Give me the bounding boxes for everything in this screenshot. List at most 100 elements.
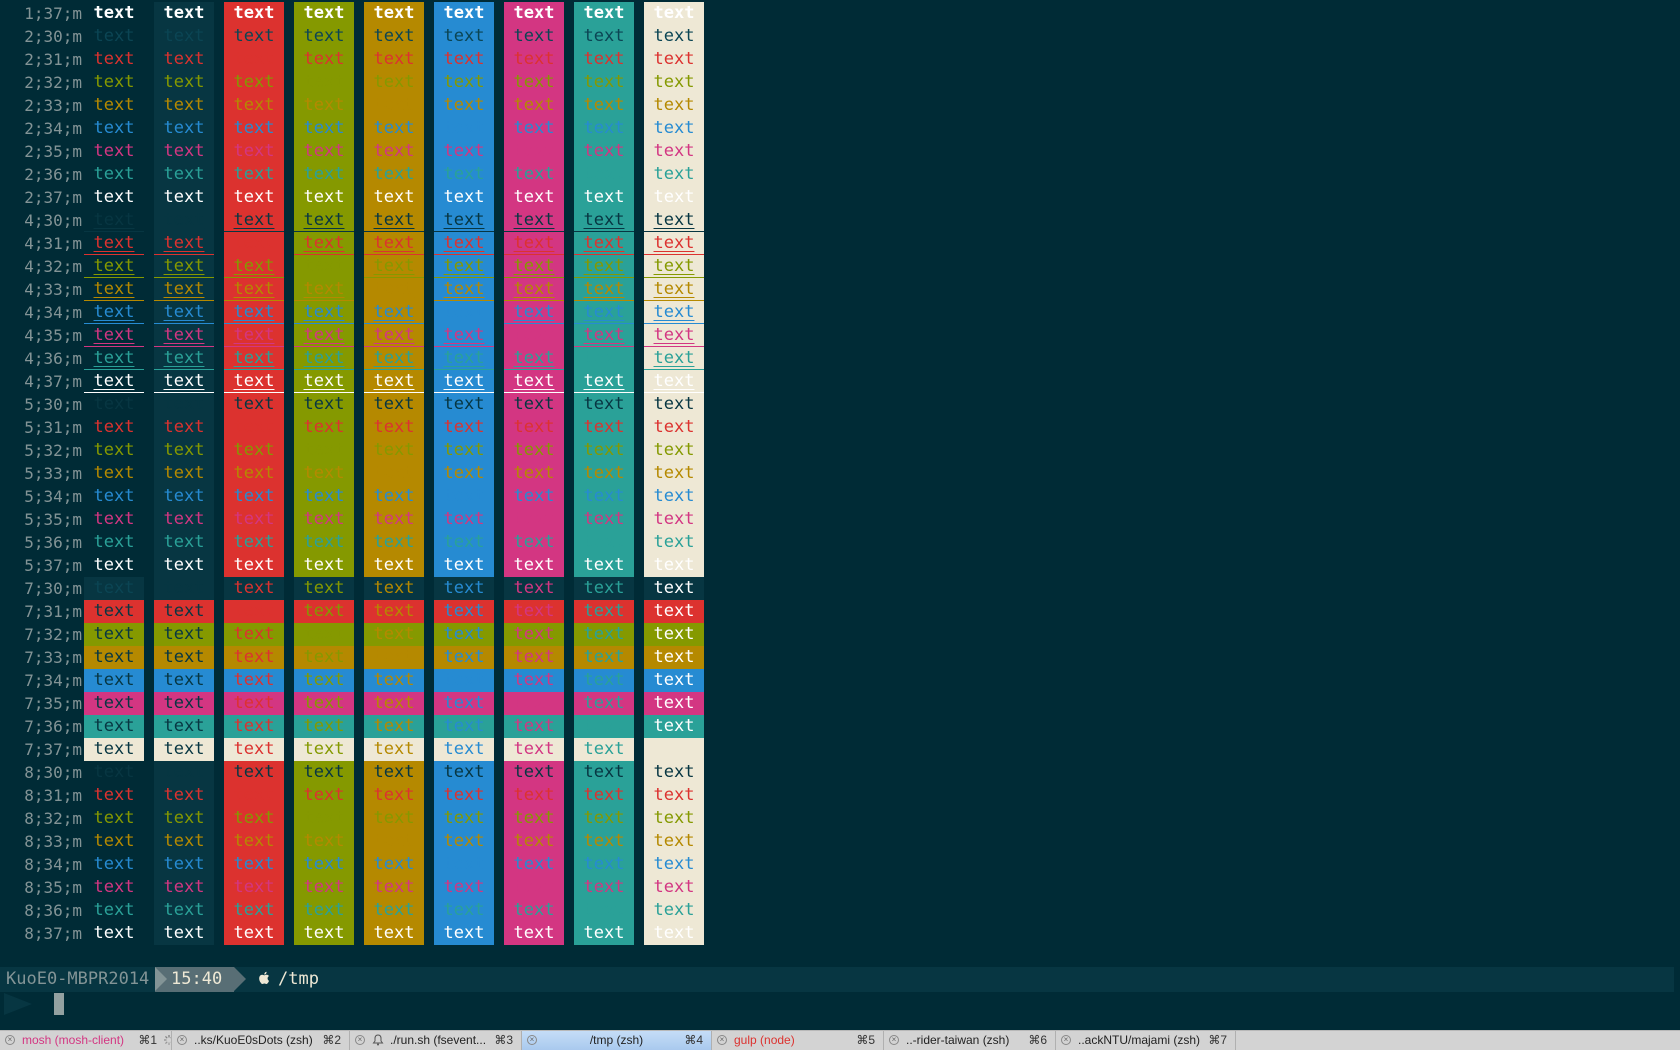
color-sample-cell: text bbox=[364, 646, 424, 669]
cell-text: text bbox=[513, 808, 555, 828]
grid-row: 8;34;m text text text text text text text text te… bbox=[0, 853, 720, 876]
cell-text: text bbox=[583, 394, 625, 414]
color-sample-cell: text bbox=[224, 462, 284, 485]
color-sample-cell: text bbox=[574, 347, 634, 370]
escape-code-label: 8;35;m bbox=[24, 878, 82, 897]
terminal-tab[interactable]: × ./run.sh (fsevent... ⌘3 bbox=[350, 1031, 522, 1050]
cell-text: text bbox=[233, 900, 275, 920]
cell-text: text bbox=[653, 26, 695, 46]
terminal-window[interactable]: 1;37;m text text text text text text text text te… bbox=[0, 0, 1680, 1030]
color-sample-cell: text bbox=[434, 761, 494, 784]
spinner-icon bbox=[164, 1035, 171, 1045]
color-sample-cell: text bbox=[294, 232, 354, 255]
close-icon[interactable]: × bbox=[717, 1035, 727, 1045]
cell-text: text bbox=[373, 26, 415, 46]
grid-row: 1;37;m text text text text text text text text te… bbox=[0, 2, 720, 25]
cell-text: text bbox=[233, 555, 275, 575]
color-sample-cell: text bbox=[574, 485, 634, 508]
escape-code-label: 8;34;m bbox=[24, 855, 82, 874]
color-sample-cell: text bbox=[364, 209, 424, 232]
terminal-tab[interactable]: × ..ks/KuoE0sDots (zsh) ⌘2 bbox=[172, 1031, 350, 1050]
cell-text: text bbox=[583, 831, 625, 851]
cell-text: text bbox=[443, 210, 485, 230]
color-sample-cell: text bbox=[154, 531, 214, 554]
color-sample-cell: text bbox=[154, 508, 214, 531]
color-sample-cell: text bbox=[574, 876, 634, 899]
close-icon[interactable]: × bbox=[355, 1035, 365, 1045]
color-sample-cell: text bbox=[154, 899, 214, 922]
terminal-tab[interactable]: × mosh (mosh-client) ⌘1 bbox=[0, 1031, 172, 1050]
color-sample-cell: text bbox=[294, 485, 354, 508]
color-sample-cell: text bbox=[434, 807, 494, 830]
cell-text: text bbox=[93, 601, 135, 621]
color-sample-cell: text bbox=[154, 209, 214, 232]
color-sample-cell: text bbox=[644, 324, 704, 347]
color-sample-cell: text bbox=[574, 94, 634, 117]
color-sample-cell: text bbox=[224, 232, 284, 255]
color-sample-cell: text bbox=[364, 324, 424, 347]
cell-text: text bbox=[303, 877, 345, 897]
cell-text: text bbox=[583, 670, 625, 690]
cell-text: text bbox=[163, 118, 205, 138]
color-sample-cell: text bbox=[574, 301, 634, 324]
cell-text: text bbox=[513, 141, 555, 161]
cell-text: text bbox=[443, 256, 485, 276]
cell-text: text bbox=[303, 233, 345, 253]
cell-text: text bbox=[513, 647, 555, 667]
color-sample-cell: text bbox=[504, 784, 564, 807]
color-sample-cell: text bbox=[154, 439, 214, 462]
color-sample-cell: text bbox=[224, 738, 284, 761]
cell-text: text bbox=[653, 440, 695, 460]
cell-text: text bbox=[93, 647, 135, 667]
color-sample-cell: text bbox=[434, 232, 494, 255]
cell-text: text bbox=[373, 417, 415, 437]
color-sample-cell: text bbox=[574, 2, 634, 25]
cell-text: text bbox=[303, 440, 345, 460]
cell-text: text bbox=[93, 762, 135, 782]
color-sample-cell: text bbox=[84, 761, 144, 784]
close-icon[interactable]: × bbox=[889, 1035, 899, 1045]
terminal-tab[interactable]: × ..-rider-taiwan (zsh) ⌘6 bbox=[884, 1031, 1056, 1050]
cell-text: text bbox=[93, 233, 135, 253]
cell-text: text bbox=[163, 509, 205, 529]
color-sample-cell: text bbox=[434, 784, 494, 807]
tab-title: ..ks/KuoE0sDots (zsh) bbox=[194, 1033, 313, 1047]
escape-code-label: 2;36;m bbox=[24, 165, 82, 184]
cell-text: text bbox=[233, 808, 275, 828]
cell-text: text bbox=[653, 670, 695, 690]
cell-text: text bbox=[653, 854, 695, 874]
color-sample-cell: text bbox=[224, 669, 284, 692]
cell-text: text bbox=[233, 486, 275, 506]
color-sample-cell: text bbox=[294, 715, 354, 738]
cell-text: text bbox=[583, 279, 625, 299]
close-icon[interactable]: × bbox=[177, 1035, 187, 1045]
color-sample-cell: text bbox=[364, 807, 424, 830]
grid-row: 2;32;m text text text text text text text text te… bbox=[0, 71, 720, 94]
close-icon[interactable]: × bbox=[1061, 1035, 1071, 1045]
tab-shortcut: ⌘2 bbox=[322, 1033, 341, 1047]
color-sample-cell: text bbox=[294, 393, 354, 416]
escape-code-label: 2;30;m bbox=[24, 27, 82, 46]
color-sample-cell: text bbox=[504, 807, 564, 830]
cell-text: text bbox=[303, 118, 345, 138]
color-sample-cell: text bbox=[84, 508, 144, 531]
terminal-tab[interactable]: × ..ackNTU/majami (zsh) ⌘7 bbox=[1056, 1031, 1236, 1050]
cell-text: text bbox=[443, 440, 485, 460]
color-sample-cell: text bbox=[84, 347, 144, 370]
close-icon[interactable]: × bbox=[5, 1035, 15, 1045]
color-sample-cell: text bbox=[224, 623, 284, 646]
terminal-tab[interactable]: ×/tmp (zsh) ⌘4 bbox=[522, 1031, 712, 1050]
cell-text: text bbox=[303, 486, 345, 506]
color-sample-cell: text bbox=[294, 692, 354, 715]
terminal-tab[interactable]: × gulp (node) ⌘5 bbox=[712, 1031, 884, 1050]
cell-text: text bbox=[443, 371, 485, 391]
cell-text: text bbox=[93, 26, 135, 46]
color-sample-cell: text bbox=[84, 784, 144, 807]
color-sample-cell: text bbox=[574, 715, 634, 738]
cell-text: text bbox=[373, 49, 415, 69]
color-sample-cell: text bbox=[644, 25, 704, 48]
color-sample-cell: text bbox=[294, 186, 354, 209]
escape-code-label: 4;35;m bbox=[24, 326, 82, 345]
cell-text: text bbox=[303, 555, 345, 575]
cell-text: text bbox=[93, 509, 135, 529]
